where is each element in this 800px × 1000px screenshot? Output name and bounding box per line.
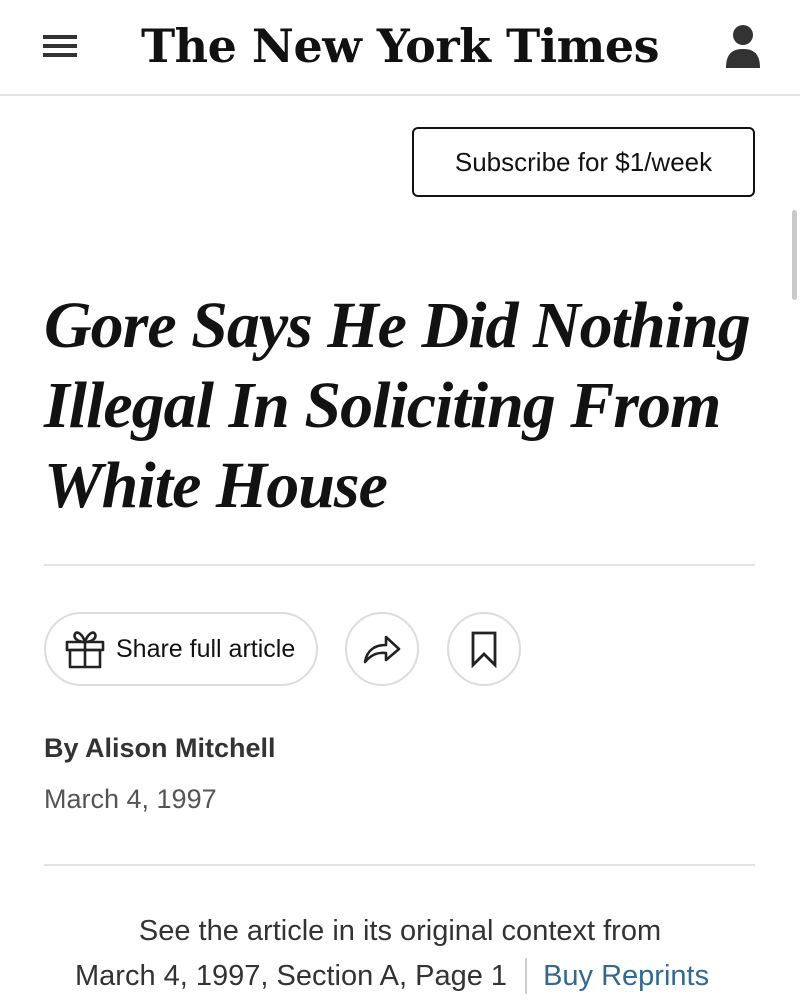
page-scrollbar[interactable] — [792, 210, 797, 300]
byline-divider — [44, 864, 755, 866]
site-logo[interactable]: The New York Times — [0, 14, 800, 78]
subscribe-button[interactable]: Subscribe for $1/week — [412, 127, 755, 197]
share-arrow-icon — [363, 635, 401, 664]
buy-reprints-link[interactable]: Buy Reprints — [543, 960, 709, 993]
article-byline: By Alison Mitchell — [44, 733, 276, 763]
gift-icon — [65, 631, 105, 669]
user-account-icon — [726, 25, 760, 68]
save-button[interactable] — [447, 612, 521, 686]
original-context-source: March 4, 1997, Section A, Page 1 Buy Rep… — [75, 958, 709, 994]
site-header: The New York Times — [0, 0, 800, 96]
print-edition-location: March 4, 1997, Section A, Page 1 — [75, 959, 508, 992]
original-context-text: See the article in its original context … — [138, 915, 662, 947]
share-full-article-button[interactable]: Share full article — [44, 612, 318, 686]
share-button[interactable] — [345, 612, 419, 686]
article-date: March 4, 1997 — [44, 784, 217, 814]
article-headline: Gore Says He Did Nothing Illegal In Soli… — [44, 289, 751, 522]
reprints-separator — [525, 958, 528, 994]
bookmark-icon — [471, 631, 497, 668]
share-button-label: Share full article — [116, 634, 296, 663]
account-button[interactable] — [718, 18, 768, 74]
headline-divider — [44, 564, 755, 566]
